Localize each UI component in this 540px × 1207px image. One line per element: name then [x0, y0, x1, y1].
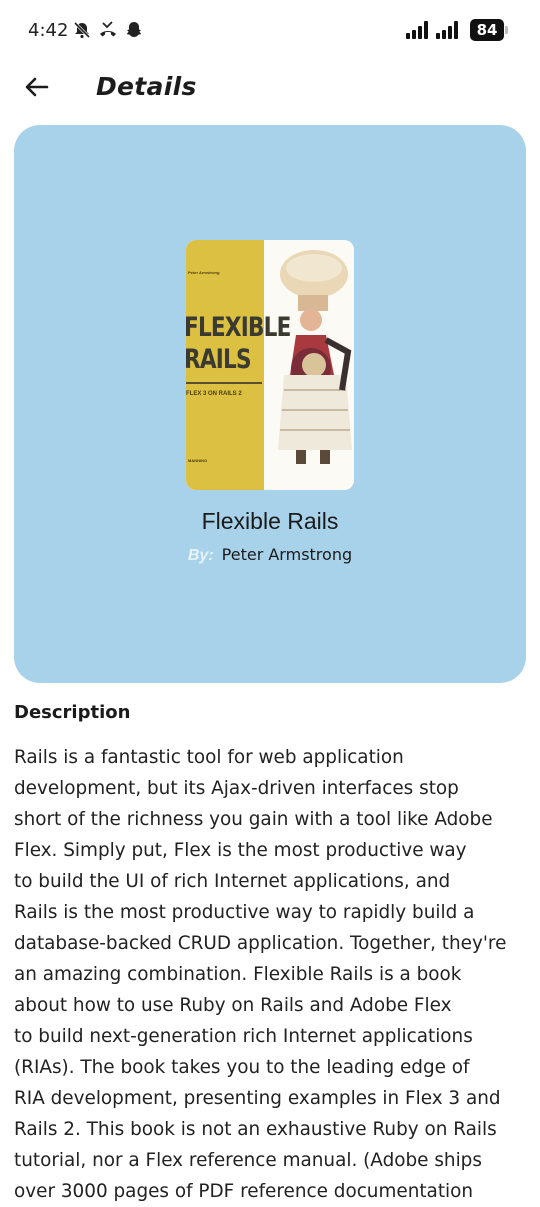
- status-time: 4:42: [28, 20, 69, 41]
- back-button[interactable]: [20, 70, 54, 104]
- signal-indicators: [406, 21, 458, 39]
- cover-title-line1: FLEXIBLE: [186, 312, 291, 343]
- cover-publisher: MANNING: [188, 458, 208, 463]
- description-text: Rails is a fantastic tool for web applic…: [14, 747, 507, 1202]
- author-row: By: Peter Armstrong: [14, 545, 526, 565]
- app-bar: Details: [0, 62, 540, 118]
- status-bar: 4:42 84: [0, 0, 540, 62]
- cover-subtitle: FLEX 3 ON RAILS 2: [186, 391, 242, 397]
- author-name: Peter Armstrong: [221, 545, 353, 564]
- battery-tip: [505, 26, 508, 34]
- book-hero-card: Peter Armstrong FLEXIBLE RAILS FLEX 3 ON…: [14, 125, 526, 683]
- battery-level: 84: [476, 21, 498, 39]
- missed-call-icon: [98, 20, 118, 40]
- notifications-muted-icon: [72, 20, 92, 40]
- cover-title-rule: [186, 382, 262, 384]
- status-left-icons: [72, 20, 144, 40]
- snapchat-icon: [124, 20, 144, 40]
- page-title: Details: [96, 72, 197, 101]
- book-cover[interactable]: Peter Armstrong FLEXIBLE RAILS FLEX 3 ON…: [186, 240, 354, 490]
- cover-top-author: Peter Armstrong: [188, 270, 220, 275]
- arrow-left-icon: [25, 77, 49, 97]
- battery-icon: 84: [470, 19, 504, 41]
- cover-title-line2: RAILS: [186, 344, 252, 375]
- signal-bars-icon: [436, 21, 458, 39]
- author-prefix: By:: [187, 547, 214, 564]
- description-heading: Description: [14, 702, 131, 723]
- signal-bars-icon: [406, 21, 428, 39]
- book-title: Flexible Rails: [201, 508, 339, 534]
